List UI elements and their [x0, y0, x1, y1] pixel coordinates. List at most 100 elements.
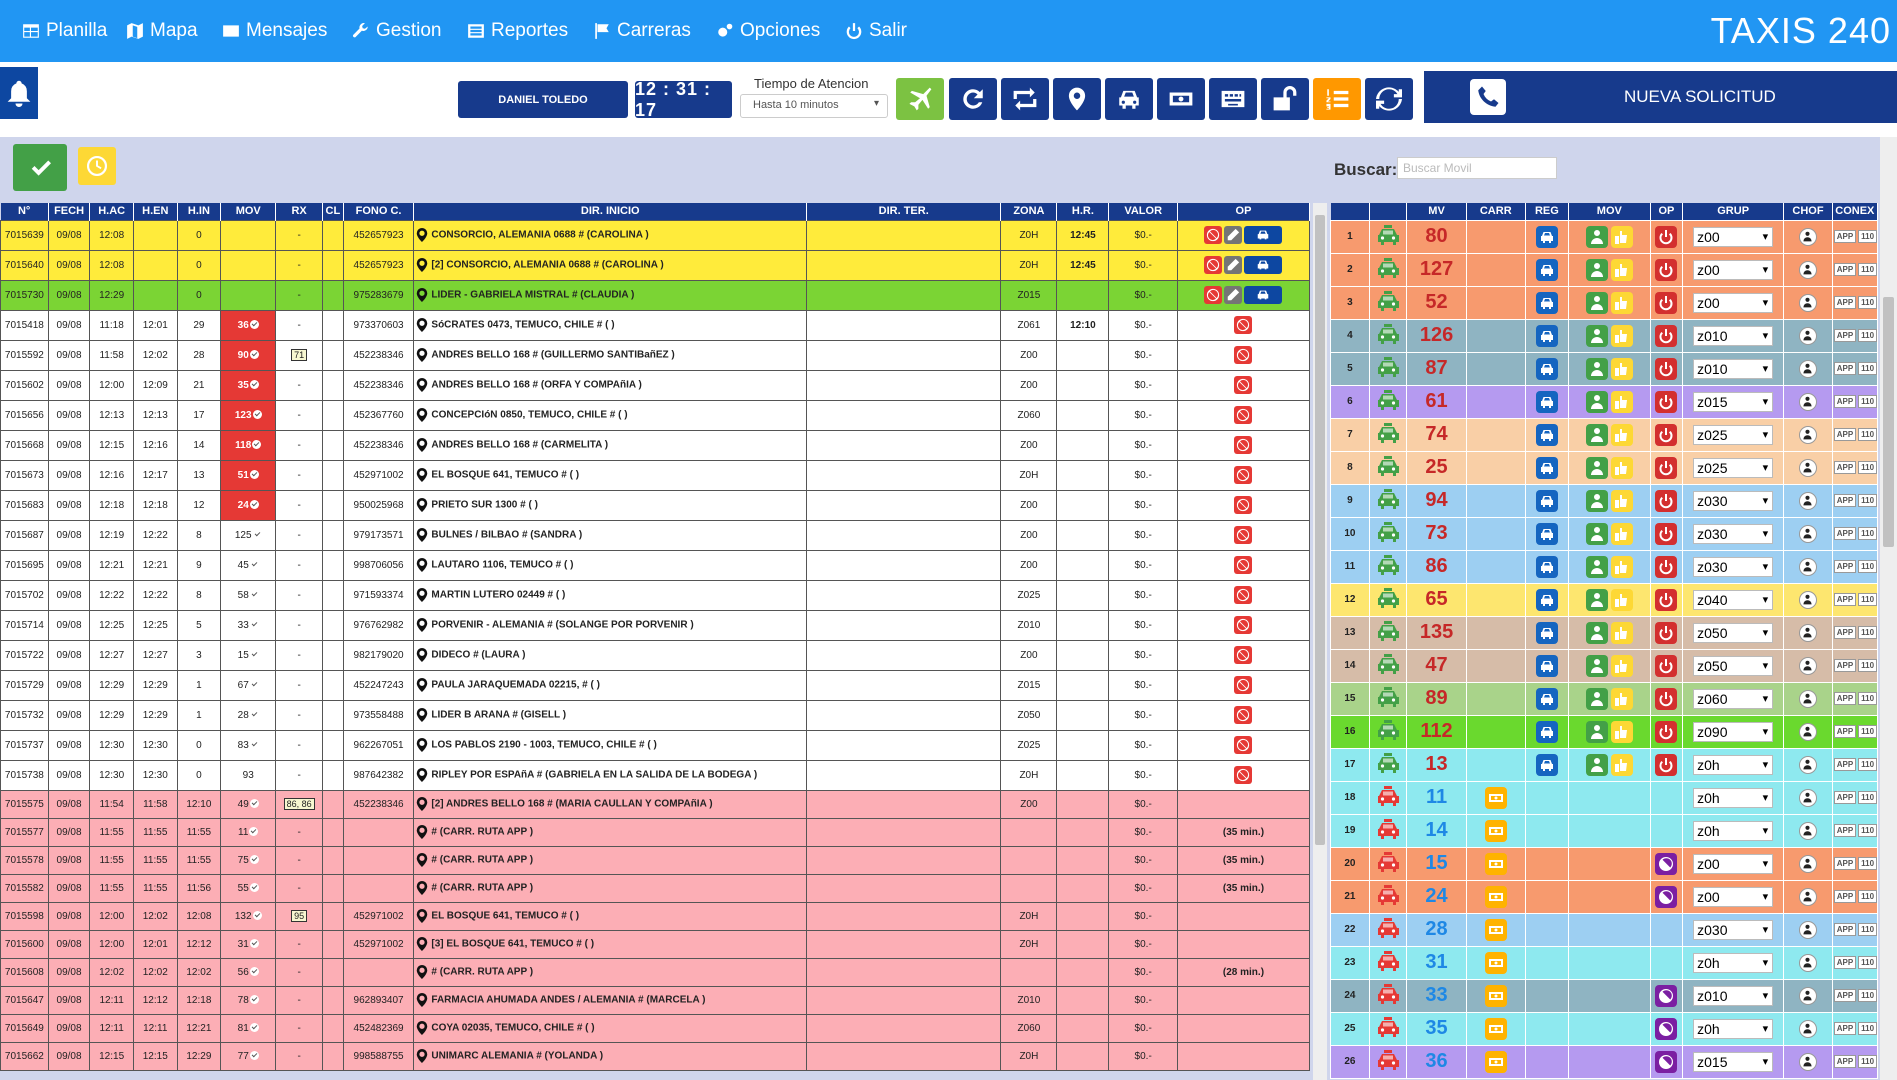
power-icon[interactable] — [1655, 654, 1678, 677]
nav-mapa[interactable]: Mapa — [126, 20, 198, 42]
group-select[interactable]: z060 — [1693, 688, 1774, 709]
edit-icon[interactable] — [1224, 255, 1243, 274]
driver-button[interactable] — [1798, 821, 1817, 840]
fleet-row[interactable]: 4 126 z010 APP110 — [1330, 318, 1879, 353]
request-row[interactable]: 7015673 09/08 12:16 12:17 13 51 - 452971002 EL B… — [0, 459, 1311, 491]
fleet-col-header[interactable]: MOV — [1568, 203, 1651, 220]
group-select[interactable]: z010 — [1693, 985, 1774, 1006]
power-icon[interactable] — [1655, 423, 1678, 446]
thumbs-up-icon[interactable] — [1610, 324, 1633, 347]
col-header[interactable]: OP — [1177, 203, 1311, 220]
driver-icon[interactable] — [1585, 588, 1608, 611]
car-icon[interactable] — [1535, 357, 1558, 380]
power-icon[interactable] — [1655, 489, 1678, 512]
fleet-row[interactable]: 9 94 z030 APP110 — [1330, 483, 1879, 518]
thumbs-up-icon[interactable] — [1610, 357, 1633, 380]
request-row[interactable]: 7015600 09/08 12:00 12:01 12:12 31 - 452971002 [… — [0, 929, 1311, 959]
request-row[interactable]: 7015575 09/08 11:54 11:58 12:10 49 86, 86 45223… — [0, 789, 1311, 819]
ban-icon[interactable] — [1655, 852, 1678, 875]
driver-button[interactable] — [1798, 524, 1817, 543]
group-select[interactable]: z0h — [1693, 820, 1774, 841]
driver-button[interactable] — [1798, 788, 1817, 807]
thumbs-up-icon[interactable] — [1610, 588, 1633, 611]
power-icon[interactable] — [1655, 456, 1678, 479]
driver-icon[interactable] — [1585, 753, 1608, 776]
thumbs-up-icon[interactable] — [1610, 456, 1633, 479]
group-select[interactable]: z00 — [1693, 886, 1774, 907]
group-select[interactable]: z0h — [1693, 754, 1774, 775]
fleet-row[interactable]: 6 61 z015 APP110 — [1330, 384, 1879, 419]
right-scroll-thumb[interactable] — [1883, 297, 1894, 547]
fleet-col-header[interactable]: GRUP — [1682, 203, 1785, 220]
left-scrollbar[interactable] — [1313, 203, 1327, 1080]
driver-button[interactable] — [1798, 260, 1817, 279]
request-row[interactable]: 7015730 09/08 12:29 0 - 975283679 LIDER - GABR… — [0, 279, 1311, 311]
driver-button[interactable] — [1798, 293, 1817, 312]
thumbs-up-icon[interactable] — [1610, 258, 1633, 281]
col-header[interactable]: VALOR — [1108, 203, 1178, 220]
request-row[interactable]: 7015683 09/08 12:18 12:18 12 24 - 950025968 PRIE… — [0, 489, 1311, 521]
car-icon[interactable] — [1535, 324, 1558, 347]
driver-button[interactable] — [1798, 1019, 1817, 1038]
location-button[interactable] — [1053, 78, 1101, 120]
fleet-col-header[interactable]: OP — [1650, 203, 1684, 220]
car-icon[interactable] — [1535, 456, 1558, 479]
car-icon[interactable] — [1535, 522, 1558, 545]
request-row[interactable]: 7015737 09/08 12:30 12:30 0 83 - 962267051 LOS P… — [0, 729, 1311, 761]
group-select[interactable]: z025 — [1693, 424, 1774, 445]
col-header[interactable]: DIR. INICIO — [413, 203, 808, 220]
driver-button[interactable] — [1798, 656, 1817, 675]
fleet-col-header[interactable]: REG — [1525, 203, 1569, 220]
request-row[interactable]: 7015702 09/08 12:22 12:22 8 58 - 971593374 MARTI… — [0, 579, 1311, 611]
fleet-row[interactable]: 25 35 z0h APP110 — [1330, 1011, 1879, 1046]
cancel-icon[interactable] — [1234, 645, 1253, 664]
thumbs-up-icon[interactable] — [1610, 489, 1633, 512]
driver-button[interactable] — [1798, 986, 1817, 1005]
request-row[interactable]: 7015687 09/08 12:19 12:22 8 125 - 979173571 BULN… — [0, 519, 1311, 551]
swap-button[interactable] — [1001, 78, 1049, 120]
driver-icon[interactable] — [1585, 324, 1608, 347]
driver-button[interactable] — [1798, 953, 1817, 972]
assign-taxi-icon[interactable] — [1244, 285, 1283, 304]
driver-icon[interactable] — [1585, 357, 1608, 380]
driver-button[interactable] — [1798, 920, 1817, 939]
request-row[interactable]: 7015656 09/08 12:13 12:13 17 123 - 452367760 CON… — [0, 399, 1311, 431]
driver-button[interactable] — [1798, 227, 1817, 246]
money-icon[interactable] — [1484, 819, 1507, 842]
driver-icon[interactable] — [1585, 291, 1608, 314]
cancel-icon[interactable] — [1234, 345, 1253, 364]
fleet-col-header[interactable] — [1369, 203, 1408, 220]
thumbs-up-icon[interactable] — [1610, 687, 1633, 710]
col-header[interactable]: H.R. — [1056, 203, 1110, 220]
car-icon[interactable] — [1535, 258, 1558, 281]
driver-icon[interactable] — [1585, 390, 1608, 413]
fleet-col-header[interactable]: CHOF — [1783, 203, 1833, 220]
cancel-icon[interactable] — [1234, 675, 1253, 694]
fleet-row[interactable]: 26 36 z015 APP110 — [1330, 1044, 1879, 1079]
left-scroll-thumb[interactable] — [1315, 215, 1325, 845]
power-icon[interactable] — [1655, 621, 1678, 644]
power-icon[interactable] — [1655, 588, 1678, 611]
group-select[interactable]: z0h — [1693, 1018, 1774, 1039]
car-icon[interactable] — [1535, 555, 1558, 578]
request-row[interactable]: 7015729 09/08 12:29 12:29 1 67 - 452247243 PAULA… — [0, 669, 1311, 701]
nav-mensajes[interactable]: Mensajes — [222, 20, 327, 42]
thumbs-up-icon[interactable] — [1610, 654, 1633, 677]
group-select[interactable]: z050 — [1693, 622, 1774, 643]
request-row[interactable]: 7015714 09/08 12:25 12:25 5 33 - 976762982 PORVE… — [0, 609, 1311, 641]
right-scrollbar[interactable] — [1880, 137, 1897, 1080]
thumbs-up-icon[interactable] — [1610, 753, 1633, 776]
driver-button[interactable] — [1798, 359, 1817, 378]
power-icon[interactable] — [1655, 291, 1678, 314]
money-icon[interactable] — [1484, 786, 1507, 809]
cancel-icon[interactable] — [1234, 495, 1253, 514]
fleet-row[interactable]: 23 31 z0h APP110 — [1330, 945, 1879, 980]
power-icon[interactable] — [1655, 720, 1678, 743]
power-icon[interactable] — [1655, 357, 1678, 380]
cancel-icon[interactable] — [1204, 285, 1223, 304]
money-icon[interactable] — [1484, 918, 1507, 941]
driver-button[interactable] — [1798, 326, 1817, 345]
driver-button[interactable] — [1798, 689, 1817, 708]
request-row[interactable]: 7015418 09/08 11:18 12:01 29 36 - 973370603 SóCR… — [0, 309, 1311, 341]
car-icon[interactable] — [1535, 225, 1558, 248]
